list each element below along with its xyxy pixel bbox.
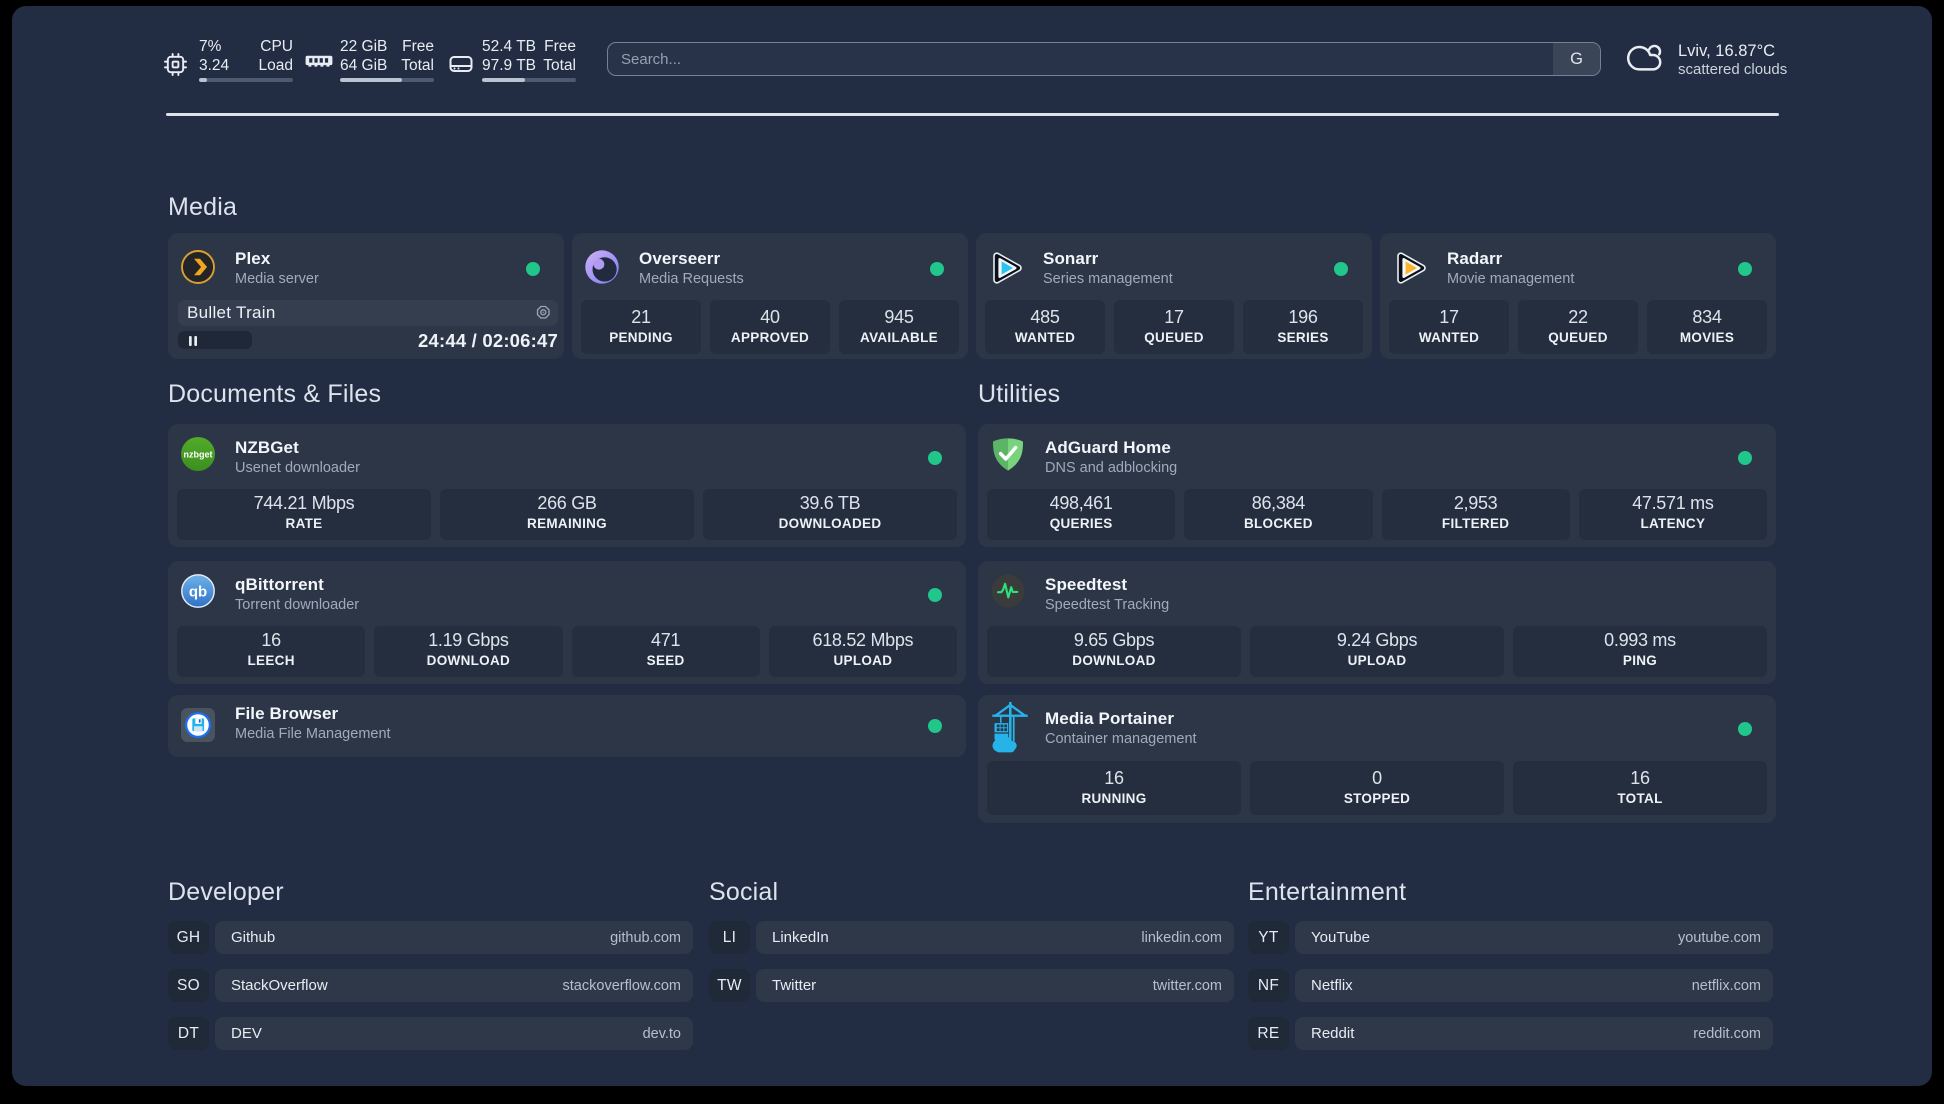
svg-text:qb: qb [189, 584, 207, 601]
svg-text:nzbget: nzbget [184, 450, 213, 460]
